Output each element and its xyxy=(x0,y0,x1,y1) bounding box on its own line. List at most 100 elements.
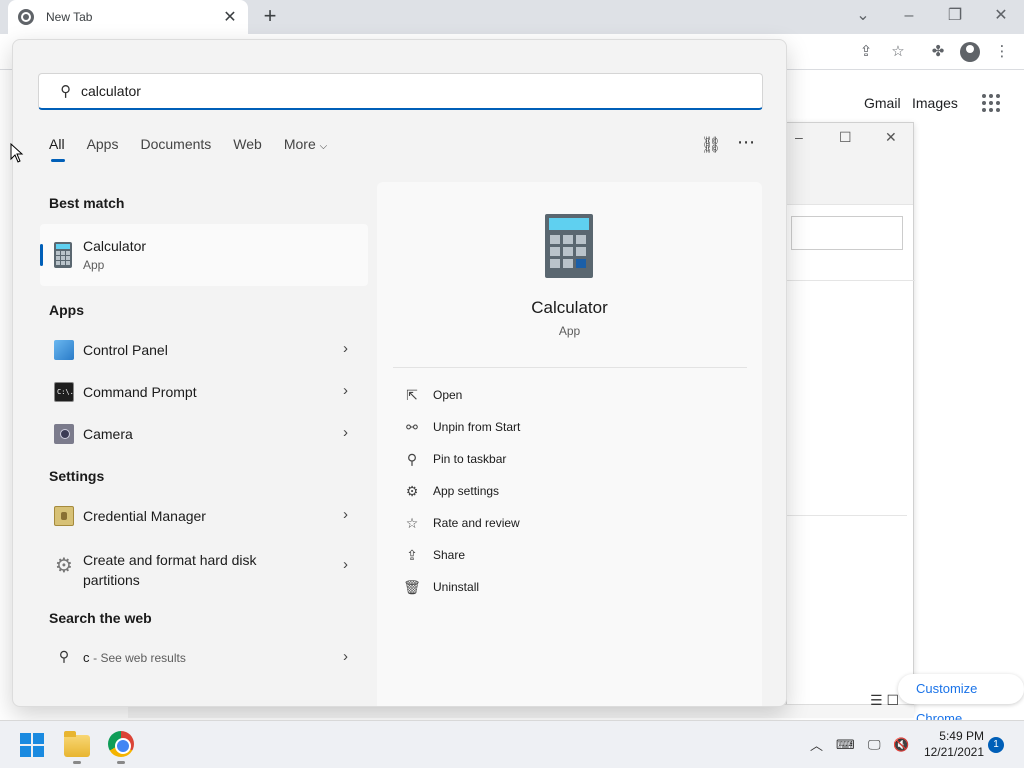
background-dialog: – ☐ ✕ xyxy=(786,122,915,712)
list-item-label: Camera xyxy=(83,426,133,442)
action-open[interactable]: ⇱ Open xyxy=(403,384,462,406)
action-label: Open xyxy=(433,388,463,402)
dialog-view-icons[interactable]: ☰ ☐ xyxy=(870,692,899,709)
best-match-calculator[interactable]: Calculator App xyxy=(40,224,368,286)
settings-heading: Settings xyxy=(49,468,105,484)
search-input[interactable] xyxy=(81,83,681,99)
list-item-disk-partitions[interactable]: ⚙ Create and format hard disk partitions … xyxy=(40,540,368,592)
action-uninstall[interactable]: 🗑 Uninstall xyxy=(403,576,479,598)
notification-badge[interactable]: 1 xyxy=(988,737,1004,753)
gmail-link[interactable]: Gmail xyxy=(864,95,901,111)
tab-documents[interactable]: Documents xyxy=(140,136,211,160)
profile-avatar[interactable] xyxy=(960,42,980,62)
dialog-close-icon[interactable]: ✕ xyxy=(885,129,897,146)
credential-manager-icon xyxy=(54,506,74,526)
tab-apps[interactable]: Apps xyxy=(87,136,119,160)
dialog-input-field[interactable] xyxy=(791,216,903,250)
taskbar: ︿ ⌨ 🖵 🔇 5:49 PM 12/21/2021 1 xyxy=(0,720,1024,768)
chrome-tab-strip: New Tab ✕ + ⌄ – ❐ ✕ xyxy=(0,0,1024,34)
new-tab-button[interactable]: + xyxy=(258,4,282,28)
command-prompt-icon xyxy=(54,382,74,402)
list-item-label: Command Prompt xyxy=(83,384,197,400)
customize-chrome-button[interactable]: Customize Chrome xyxy=(898,674,1024,726)
start-search-panel: ⚲ All Apps Documents Web More ⌵ ⛓ ⋯ Best… xyxy=(12,39,787,707)
chevron-right-icon[interactable]: › xyxy=(343,340,348,357)
selection-indicator xyxy=(40,244,43,266)
pin-icon: ⚲ xyxy=(406,450,418,467)
action-unpin-from-start[interactable]: ⚯ Unpin from Start xyxy=(403,416,520,438)
volume-muted-icon[interactable]: 🔇 xyxy=(893,737,909,753)
gear-icon: ⚙ xyxy=(55,555,73,577)
restore-button[interactable]: ❐ xyxy=(940,4,970,28)
best-match-title: Calculator xyxy=(83,238,147,254)
action-label: Unpin from Start xyxy=(433,420,521,434)
dialog-minimize-icon[interactable]: – xyxy=(795,129,803,145)
chrome-taskbar-icon[interactable] xyxy=(108,731,134,757)
more-options-icon[interactable]: ⋯ xyxy=(737,132,755,153)
unpin-icon: ⚯ xyxy=(406,418,418,435)
cursor-arrow-icon xyxy=(10,143,24,163)
chevron-right-icon[interactable]: › xyxy=(343,506,348,523)
dialog-divider xyxy=(787,515,907,516)
chevron-down-icon: ⌵ xyxy=(319,141,328,152)
start-button[interactable] xyxy=(20,733,44,757)
action-rate-and-review[interactable]: ☆ Rate and review xyxy=(403,512,520,534)
camera-icon xyxy=(54,424,74,444)
google-apps-icon[interactable] xyxy=(982,94,1000,112)
list-item-label: Create and format hard disk partitions xyxy=(83,550,257,590)
open-external-icon: ⇱ xyxy=(406,386,418,403)
search-box[interactable]: ⚲ xyxy=(38,73,763,110)
search-filter-tabs: All Apps Documents Web More ⌵ xyxy=(49,136,349,162)
close-window-button[interactable]: ✕ xyxy=(986,4,1016,28)
tab-web[interactable]: Web xyxy=(233,136,262,160)
action-label: Share xyxy=(433,548,466,562)
list-item-label: Credential Manager xyxy=(83,508,206,524)
extensions-icon[interactable]: ✤ xyxy=(928,42,948,62)
dialog-divider xyxy=(787,280,915,281)
list-item-credential-manager[interactable]: Credential Manager › xyxy=(40,496,368,536)
file-explorer-icon[interactable] xyxy=(64,731,90,757)
dialog-maximize-icon[interactable]: ☐ xyxy=(839,129,852,146)
gear-icon: ⚙ xyxy=(405,482,419,499)
chevron-right-icon[interactable]: › xyxy=(343,424,348,441)
keyboard-icon[interactable]: ⌨ xyxy=(836,737,855,753)
list-item-control-panel[interactable]: Control Panel › xyxy=(40,330,368,370)
clock-date: 12/21/2021 xyxy=(923,745,984,759)
bookmark-star-icon[interactable]: ☆ xyxy=(888,42,908,62)
tab-all[interactable]: All xyxy=(49,136,65,162)
chrome-tab-new-tab[interactable]: New Tab ✕ xyxy=(8,0,248,34)
show-hidden-icons-chevron-up-icon[interactable]: ︿ xyxy=(810,735,823,754)
search-icon: ⚲ xyxy=(58,648,70,664)
control-panel-icon xyxy=(54,340,74,360)
list-item-web-results[interactable]: ⚲ c - See web results › xyxy=(40,638,368,678)
dialog-titlebar: – ☐ ✕ xyxy=(787,123,913,205)
app-running-indicator xyxy=(117,761,125,764)
action-share[interactable]: ⇪ Share xyxy=(403,544,465,566)
account-switch-icon[interactable]: ⛓ xyxy=(701,135,721,155)
details-title: Calculator xyxy=(531,298,608,317)
network-icon[interactable]: 🖵 xyxy=(868,737,881,753)
share-page-icon[interactable]: ⇪ xyxy=(856,42,876,62)
star-icon: ☆ xyxy=(405,514,419,531)
list-item-camera[interactable]: Camera › xyxy=(40,414,368,454)
system-clock[interactable]: 5:49 PM 12/21/2021 xyxy=(918,728,984,760)
chrome-menu-icon[interactable]: ⋮ xyxy=(992,42,1012,62)
action-label: App settings xyxy=(433,484,500,498)
list-item-command-prompt[interactable]: Command Prompt › xyxy=(40,372,368,412)
tab-title: New Tab xyxy=(46,10,93,24)
action-app-settings[interactable]: ⚙ App settings xyxy=(403,480,499,502)
list-item-label: Control Panel xyxy=(83,342,168,358)
clock-time: 5:49 PM xyxy=(939,729,984,743)
action-label: Rate and review xyxy=(433,516,520,530)
action-pin-to-taskbar[interactable]: ⚲ Pin to taskbar xyxy=(403,448,507,470)
apps-heading: Apps xyxy=(49,302,84,318)
images-link[interactable]: Images xyxy=(912,95,958,111)
tab-close-icon[interactable]: ✕ xyxy=(222,7,238,27)
details-subtitle: App xyxy=(558,324,581,338)
chevron-right-icon[interactable]: › xyxy=(343,648,348,665)
tab-search-icon[interactable]: ⌄ xyxy=(848,4,878,28)
tab-more[interactable]: More ⌵ xyxy=(284,136,327,160)
chevron-right-icon[interactable]: › xyxy=(343,382,348,399)
minimize-button[interactable]: – xyxy=(894,4,924,28)
chevron-right-icon[interactable]: › xyxy=(343,556,348,573)
